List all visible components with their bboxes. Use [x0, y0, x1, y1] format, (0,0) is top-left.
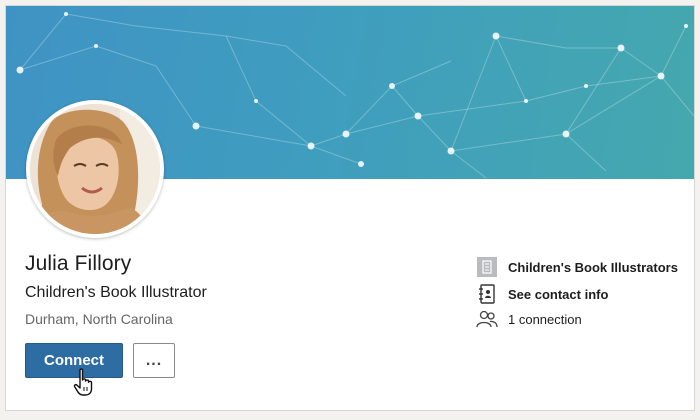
sidebar-item-label: 1 connection — [508, 311, 582, 327]
sidebar-item-company[interactable]: Children's Book Illustrators — [476, 256, 678, 278]
sidebar-item-label: Children's Book Illustrators — [508, 259, 678, 275]
profile-card: Julia Fillory Children's Book Illustrato… — [5, 5, 695, 411]
avatar[interactable] — [26, 100, 164, 238]
profile-photo — [30, 104, 160, 234]
sidebar-item-contact-info[interactable]: See contact info — [476, 283, 608, 305]
company-logo-placeholder-icon — [476, 256, 498, 278]
sidebar-item-label: See contact info — [508, 286, 609, 302]
more-actions-button[interactable]: ... — [133, 343, 175, 378]
sidebar-item-connections[interactable]: 1 connection — [476, 308, 582, 330]
profile-location: Durham, North Carolina — [25, 311, 173, 327]
contact-book-icon — [476, 283, 498, 305]
hand-pointer-cursor-icon — [73, 368, 95, 401]
profile-name: Julia Fillory — [25, 252, 132, 275]
profile-headline: Children's Book Illustrator — [25, 284, 207, 301]
people-icon — [476, 308, 498, 330]
